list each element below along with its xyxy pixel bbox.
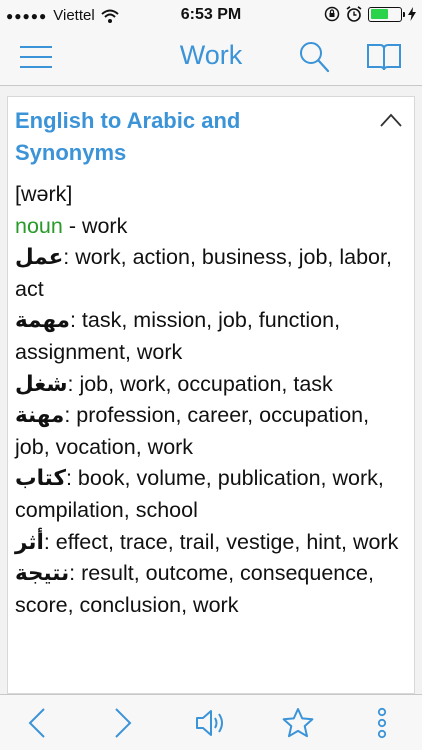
arabic-word: شغل	[15, 371, 68, 397]
translation-item: كتاب: book, volume, publication, work, c…	[15, 466, 384, 522]
synonyms: job, work, occupation, task	[79, 371, 333, 396]
arabic-word: نتيجة	[15, 561, 70, 587]
book-icon[interactable]	[366, 42, 402, 72]
headword: - work	[62, 213, 128, 238]
status-bar: ●●●●● Viettel 6:53 PM	[0, 0, 422, 30]
translation-item: أثر: effect, trace, trail, vestige, hint…	[15, 529, 399, 555]
battery-level	[370, 9, 388, 19]
status-right	[324, 6, 416, 22]
charging-icon	[408, 7, 416, 21]
synonyms: profession, career, occupation, job, voc…	[15, 403, 370, 459]
synonyms: work, action, business, job, labor, act	[15, 245, 392, 301]
forward-icon[interactable]	[112, 707, 134, 739]
part-of-speech: noun	[15, 213, 63, 238]
headword-line: noun - work	[15, 211, 407, 243]
translation-item: عمل: work, action, business, job, labor,…	[15, 245, 392, 301]
translation-list: عمل: work, action, business, job, labor,…	[15, 242, 407, 621]
bottom-toolbar	[0, 694, 422, 750]
arabic-word: عمل	[15, 245, 64, 271]
entry-content: [wərk] noun - work عمل: work, action, bu…	[15, 179, 407, 621]
arabic-word: مهنة	[15, 403, 65, 429]
search-icon[interactable]	[298, 40, 330, 74]
pronunciation: [wərk]	[15, 182, 73, 206]
alarm-icon	[346, 6, 362, 22]
translation-item: نتيجة: result, outcome, consequence, sco…	[15, 561, 374, 617]
arabic-word: كتاب	[15, 466, 66, 492]
translation-item: شغل: job, work, occupation, task	[15, 371, 333, 397]
nav-bar: Work	[0, 30, 422, 86]
speaker-icon[interactable]	[194, 707, 230, 739]
page-title: Work	[179, 40, 243, 70]
more-icon[interactable]	[376, 707, 388, 739]
synonyms: result, outcome, consequence, score, con…	[15, 561, 374, 617]
chevron-up-icon[interactable]	[380, 113, 402, 127]
dictionary-card: English to Arabic and Synonyms [wərk] no…	[7, 96, 415, 694]
section-title[interactable]: English to Arabic and Synonyms	[15, 105, 345, 169]
back-icon[interactable]	[26, 707, 48, 739]
star-icon[interactable]	[282, 707, 314, 739]
battery-icon	[368, 6, 405, 22]
translation-item: مهنة: profession, career, occupation, jo…	[15, 403, 370, 459]
synonyms: book, volume, publication, work, compila…	[15, 466, 384, 522]
rotation-lock-icon	[324, 6, 340, 22]
arabic-word: مهمة	[15, 308, 70, 334]
synonyms: effect, trace, trail, vestige, hint, wor…	[55, 529, 399, 554]
translation-item: مهمة: task, mission, job, function, assi…	[15, 308, 341, 364]
arabic-word: أثر	[15, 529, 44, 555]
